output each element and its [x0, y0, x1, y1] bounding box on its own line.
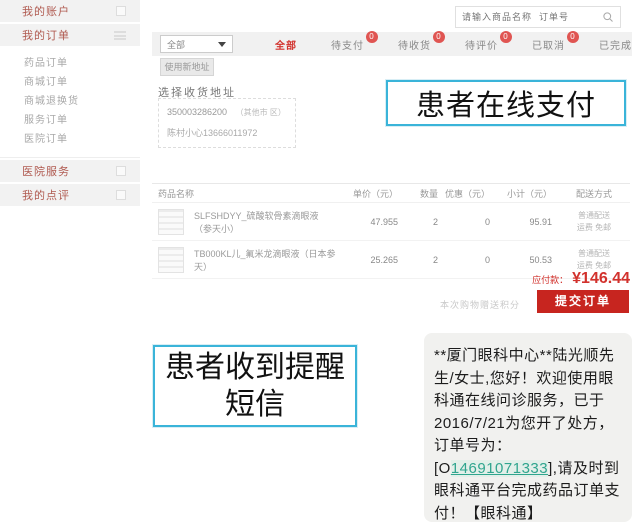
col-discount: 优惠（元）	[444, 187, 496, 200]
address-region-tag: （其他市 区）	[236, 108, 286, 117]
sidebar-item-orders[interactable]: 我的订单	[0, 24, 140, 46]
tab-pending-review-label: 待评价	[465, 41, 498, 52]
product-name: TB000KL儿_氟米龙滴眼液（日本参天）	[194, 247, 336, 273]
sidebar-item-drug-orders[interactable]: 药品订单	[0, 54, 140, 73]
tab-pending-payment[interactable]: 待支付0	[331, 37, 364, 52]
tab-completed-label: 已完成	[599, 41, 632, 52]
tab-all[interactable]: 全部	[275, 37, 297, 52]
sidebar-divider	[0, 157, 140, 158]
col-delivery: 配送方式	[558, 187, 630, 200]
col-unit-price: 单价（元）	[342, 187, 404, 200]
tab-pending-payment-badge: 0	[366, 31, 378, 43]
sidebar-item-account[interactable]: 我的账户	[0, 0, 140, 22]
delivery-method: 普通配送	[578, 211, 610, 220]
sidebar-item-hospital-services[interactable]: 医院服务	[0, 160, 140, 182]
discount: 0	[444, 255, 496, 265]
tab-pending-payment-label: 待支付	[331, 41, 364, 52]
subtotal: 95.91	[496, 217, 558, 227]
quantity: 2	[404, 255, 444, 265]
order-table: 药品名称 单价（元） 数量 优惠（元） 小计（元） 配送方式 SLFSHDYY_…	[152, 183, 630, 279]
col-subtotal: 小计（元）	[496, 187, 558, 200]
order-page: 我的账户 我的订单 药品订单 商城订单 商城退换货 服务订单 医院订单 医院服务…	[0, 0, 632, 522]
search-box[interactable]	[455, 6, 621, 28]
tab-pending-review[interactable]: 待评价0	[465, 37, 498, 52]
submit-order-button[interactable]: 提交订单	[537, 290, 629, 313]
address-code: 350003286200	[167, 107, 227, 117]
tab-cancelled-label: 已取消	[532, 41, 565, 52]
discount: 0	[444, 217, 496, 227]
sidebar-item-mall-orders[interactable]: 商城订单	[0, 73, 140, 92]
quantity: 2	[404, 217, 444, 227]
total-value: ¥146.44	[572, 270, 630, 287]
delivery-fee: 运费 免邮	[577, 223, 611, 232]
delivery-method: 普通配送	[578, 249, 610, 258]
tab-completed[interactable]: 已完成0	[599, 37, 632, 52]
sms-order-number-link[interactable]: 14691071333	[451, 460, 548, 477]
sidebar-orders-submenu: 药品订单 商城订单 商城退换货 服务订单 医院订单	[0, 48, 140, 157]
address-card[interactable]: 350003286200 （其他市 区） 陈村小心13666011972	[158, 98, 296, 148]
tab-pending-review-badge: 0	[500, 31, 512, 43]
col-drug-name: 药品名称	[152, 187, 342, 200]
new-address-button[interactable]: 使用新地址	[160, 58, 214, 76]
order-total: 应付款： ¥146.44	[152, 270, 630, 288]
user-icon	[116, 6, 126, 16]
order-type-dropdown[interactable]: 全部	[160, 35, 233, 53]
tab-cancelled[interactable]: 已取消0	[532, 37, 565, 52]
points-note: 本次购物赠送积分	[440, 298, 520, 311]
sidebar-orders-label: 我的订单	[22, 27, 70, 43]
order-status-tabs: 全部 待支付0 待收货0 待评价0 已取消0 已完成0	[275, 37, 632, 52]
sidebar-hospital-label: 医院服务	[22, 163, 70, 179]
hospital-icon	[116, 166, 126, 176]
annotation-online-payment: 患者在线支付	[386, 80, 626, 126]
sidebar-item-mall-returns[interactable]: 商城退换货	[0, 92, 140, 111]
search-input[interactable]	[462, 12, 602, 22]
tab-pending-receipt[interactable]: 待收货0	[398, 37, 431, 52]
sidebar-reviews-label: 我的点评	[22, 187, 70, 203]
search-icon[interactable]	[602, 11, 614, 23]
address-contact: 陈村小心13666011972	[167, 126, 287, 139]
product-thumbnail	[158, 247, 184, 273]
col-quantity: 数量	[404, 187, 444, 200]
sms-text-before: **厦门眼科中心**陆光顺先生/女士,您好！欢迎使用眼科通在线问诊服务，已于20…	[434, 347, 614, 477]
product-thumbnail	[158, 209, 184, 235]
sidebar: 我的账户 我的订单 药品订单 商城订单 商城退换货 服务订单 医院订单 医院服务…	[0, 0, 140, 208]
tab-cancelled-badge: 0	[567, 31, 579, 43]
subtotal: 50.53	[496, 255, 558, 265]
order-filter-bar: 全部 全部 待支付0 待收货0 待评价0 已取消0 已完成0	[152, 32, 632, 56]
tab-pending-receipt-badge: 0	[433, 31, 445, 43]
chevron-down-icon	[218, 42, 226, 47]
sidebar-item-service-orders[interactable]: 服务订单	[0, 111, 140, 130]
table-row[interactable]: SLFSHDYY_硫酸软骨素滴眼液（参天小） 47.955 2 0 95.91 …	[152, 203, 630, 241]
unit-price: 25.265	[342, 255, 404, 265]
review-icon	[116, 190, 126, 200]
tab-pending-receipt-label: 待收货	[398, 41, 431, 52]
sidebar-item-reviews[interactable]: 我的点评	[0, 184, 140, 206]
sidebar-item-hospital-orders[interactable]: 医院订单	[0, 130, 140, 149]
sidebar-account-label: 我的账户	[22, 3, 70, 19]
delivery-fee: 运费 免邮	[577, 261, 611, 270]
order-table-header: 药品名称 单价（元） 数量 优惠（元） 小计（元） 配送方式	[152, 183, 630, 203]
total-label: 应付款：	[532, 275, 568, 285]
annotation-sms-received: 患者收到提醒短信	[153, 345, 357, 427]
unit-price: 47.955	[342, 217, 404, 227]
sms-message-bubble: **厦门眼科中心**陆光顺先生/女士,您好！欢迎使用眼科通在线问诊服务，已于20…	[424, 333, 632, 522]
product-name: SLFSHDYY_硫酸软骨素滴眼液（参天小）	[194, 209, 336, 235]
menu-icon	[114, 31, 126, 40]
order-type-selected: 全部	[167, 38, 185, 51]
